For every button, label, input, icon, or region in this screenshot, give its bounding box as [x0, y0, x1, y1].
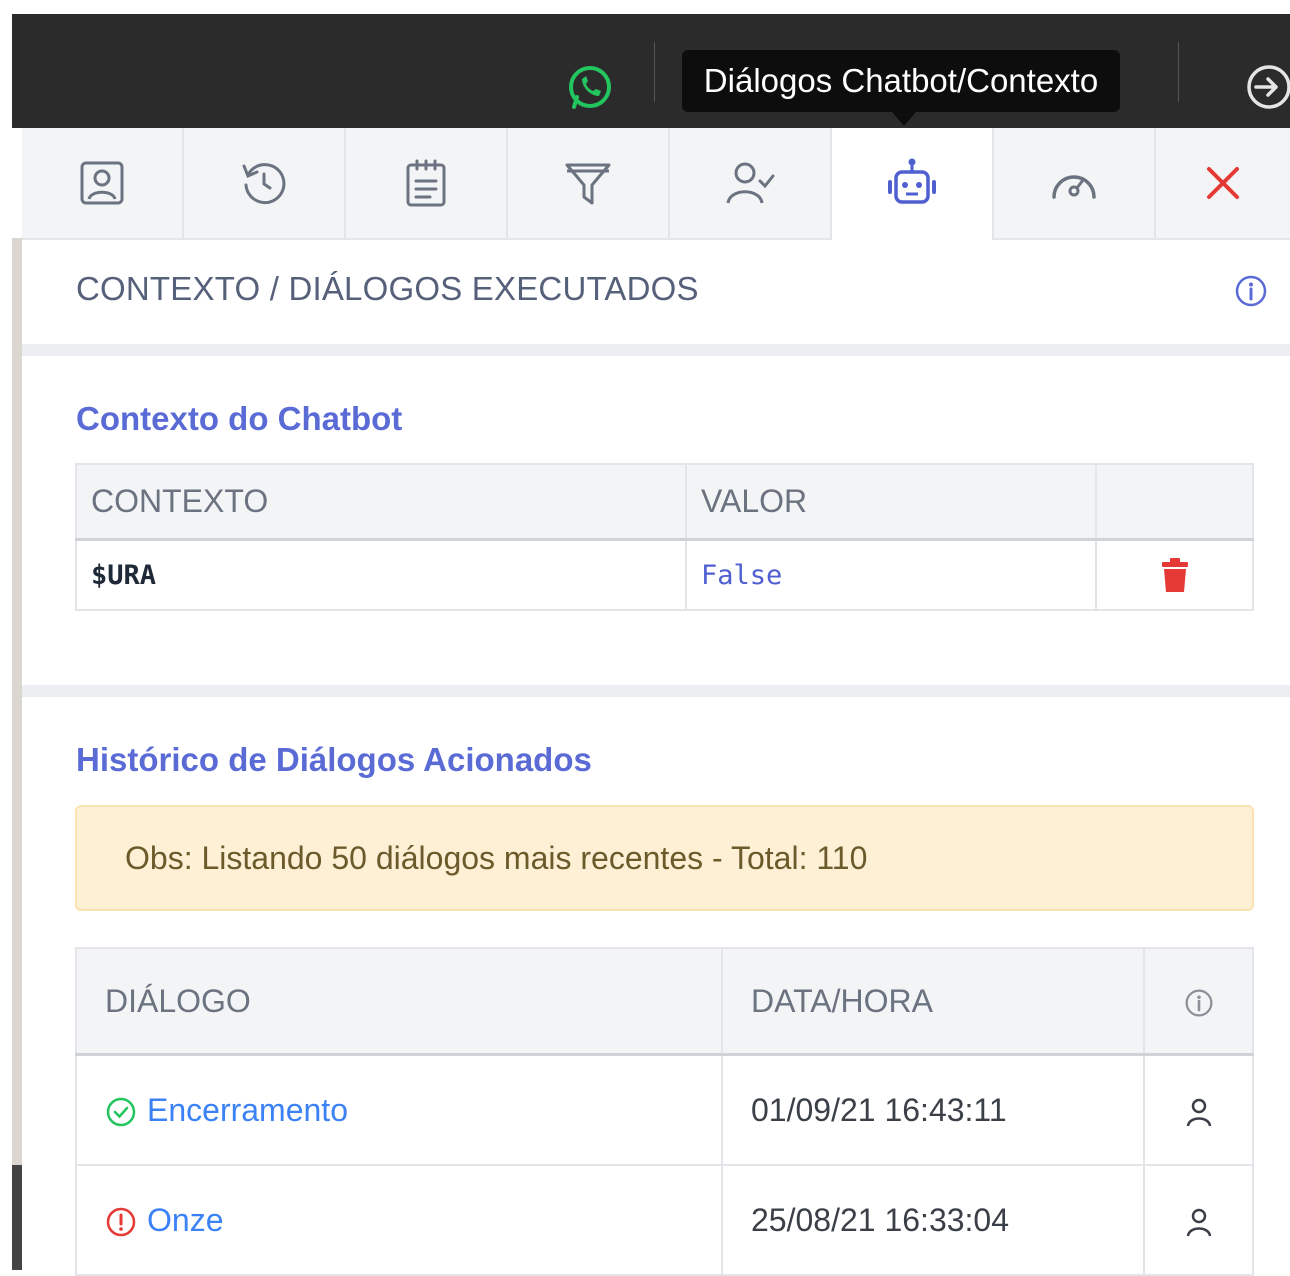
check-circle-icon: [106, 1097, 136, 1127]
close-icon: [1207, 167, 1239, 199]
dialog-link[interactable]: Encerramento: [147, 1092, 348, 1128]
tab-history[interactable]: [184, 128, 346, 240]
history-table: DIÁLOGO DATA/HORA Encerramento 01/09/21 …: [75, 947, 1254, 1276]
context-table: CONTEXTO VALOR $URA False: [75, 463, 1254, 611]
info-icon[interactable]: [1184, 988, 1214, 1018]
tab-bar: [22, 128, 1290, 240]
filter-icon: [565, 163, 611, 205]
dialog-cell: Encerramento: [75, 1053, 723, 1166]
table-row: Onze 25/08/21 16:33:04: [75, 1164, 1254, 1276]
tooltip: Diálogos Chatbot/Contexto: [682, 50, 1120, 126]
section-title: CONTEXTO / DIÁLOGOS EXECUTADOS: [76, 270, 699, 307]
divider: [654, 42, 655, 102]
divider: [1178, 42, 1179, 102]
info-icon[interactable]: [1234, 274, 1268, 308]
actions-cell: [1095, 538, 1254, 611]
col-context: CONTEXTO: [75, 463, 687, 541]
exit-icon[interactable]: [1244, 62, 1290, 112]
context-key: $URA: [75, 538, 687, 611]
whatsapp-icon[interactable]: [564, 62, 616, 114]
left-edge: [12, 238, 22, 1270]
left-edge-scroll: [12, 1165, 22, 1270]
trash-icon[interactable]: [1159, 557, 1191, 593]
contact-card-icon: [80, 161, 124, 205]
col-datetime: DATA/HORA: [721, 947, 1145, 1056]
agent-cell: [1143, 1053, 1254, 1166]
agent-cell: [1143, 1164, 1254, 1276]
history-icon: [242, 163, 286, 205]
col-info: [1143, 947, 1254, 1056]
col-value: VALOR: [685, 463, 1097, 541]
datetime-cell: 25/08/21 16:33:04: [721, 1164, 1145, 1276]
context-title: Contexto do Chatbot: [76, 400, 403, 437]
divider: [22, 344, 1290, 356]
divider: [22, 685, 1290, 697]
col-dialog: DIÁLOGO: [75, 947, 723, 1056]
user-icon[interactable]: [1183, 1096, 1215, 1128]
context-value: False: [685, 538, 1097, 611]
col-actions: [1095, 463, 1254, 541]
user-icon[interactable]: [1183, 1206, 1215, 1238]
user-check-icon: [726, 162, 775, 204]
table-header: CONTEXTO VALOR: [75, 463, 1254, 541]
tab-contact[interactable]: [22, 128, 184, 240]
notice-alert: Obs: Listando 50 diálogos mais recentes …: [75, 805, 1254, 911]
tab-dashboard[interactable]: [994, 128, 1156, 240]
alert-circle-icon: [106, 1207, 136, 1237]
dialog-link[interactable]: Onze: [147, 1202, 223, 1238]
tab-close[interactable]: [1156, 128, 1290, 240]
tab-filter[interactable]: [508, 128, 670, 240]
clipboard-icon: [406, 159, 446, 207]
tab-chatbot[interactable]: [832, 128, 994, 240]
history-title: Histórico de Diálogos Acionados: [76, 741, 592, 778]
section-header: CONTEXTO / DIÁLOGOS EXECUTADOS: [22, 240, 1290, 344]
table-row: $URA False: [75, 538, 1254, 611]
dialog-cell: Onze: [75, 1164, 723, 1276]
tab-user-check[interactable]: [670, 128, 832, 240]
table-header: DIÁLOGO DATA/HORA: [75, 947, 1254, 1056]
table-row: Encerramento 01/09/21 16:43:11: [75, 1053, 1254, 1166]
robot-icon: [888, 158, 936, 204]
speedometer-icon: [1052, 175, 1096, 199]
tab-notes[interactable]: [346, 128, 508, 240]
datetime-cell: 01/09/21 16:43:11: [721, 1053, 1145, 1166]
